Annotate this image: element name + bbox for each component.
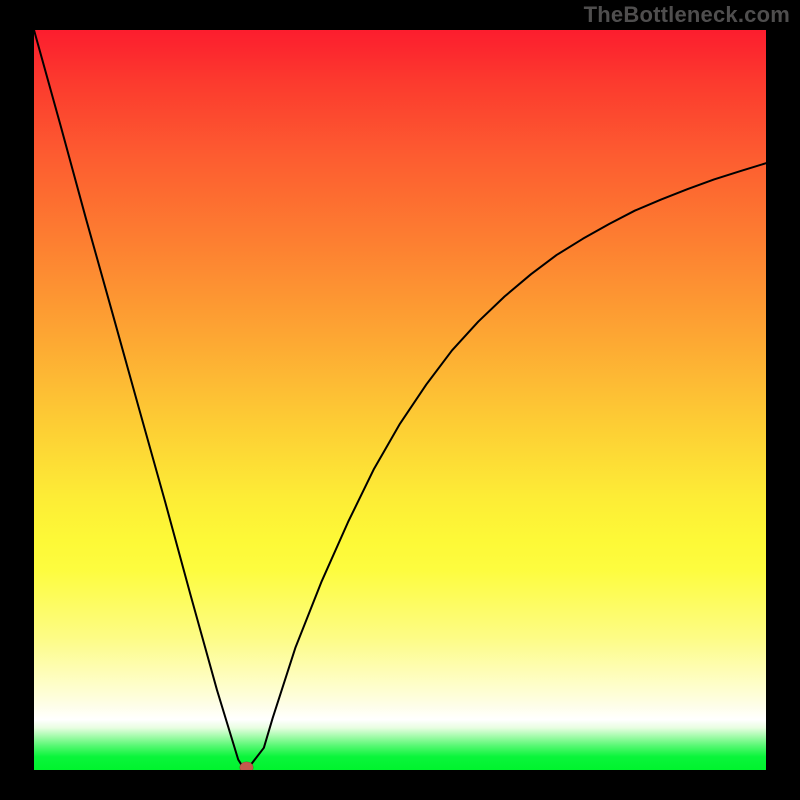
plot-area: [34, 30, 766, 770]
watermark-text: TheBottleneck.com: [584, 2, 790, 28]
bottleneck-curve: [34, 30, 766, 770]
chart-frame: TheBottleneck.com: [0, 0, 800, 800]
optimal-point-marker: [240, 762, 253, 770]
